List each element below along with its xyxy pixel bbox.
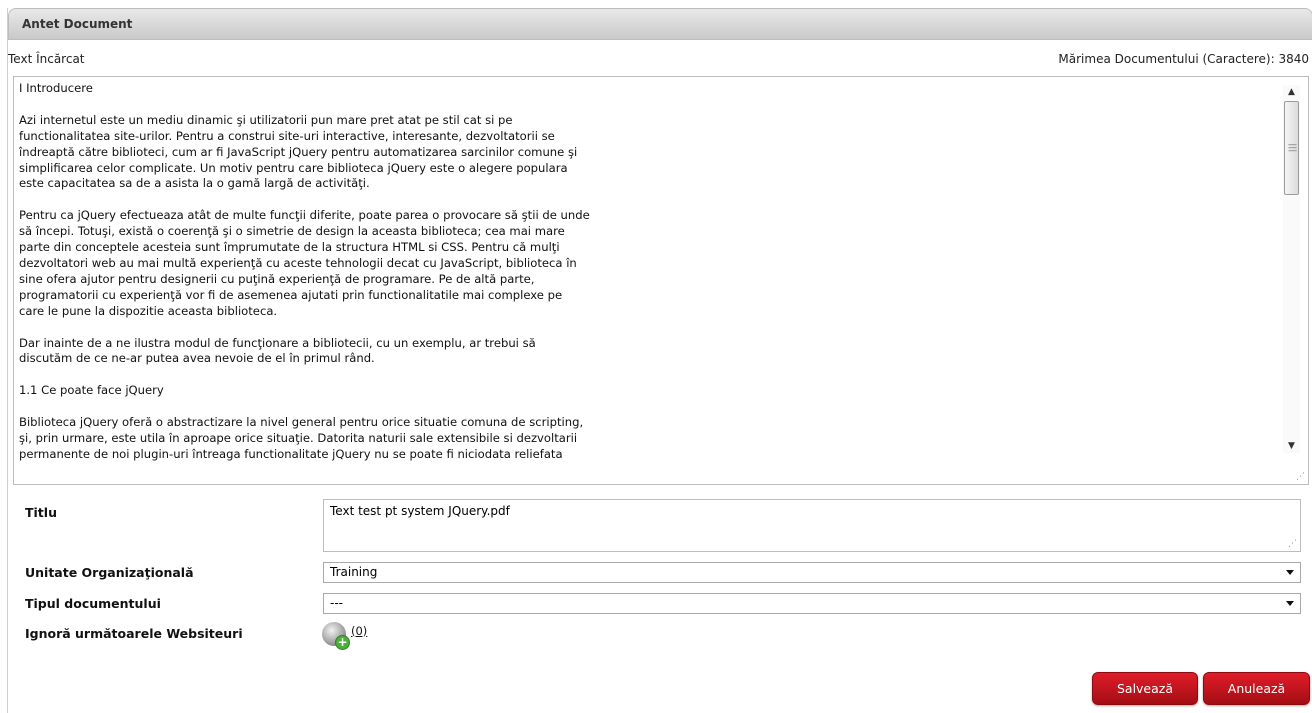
- org-unit-value: Training: [330, 565, 378, 579]
- ignore-websites-label: Ignoră următoarele Websiteuri: [25, 626, 243, 641]
- title-resize-handle-icon[interactable]: ⋰: [1288, 539, 1297, 549]
- doc-type-label: Tipul documentului: [25, 596, 161, 611]
- website-add-icon[interactable]: +: [322, 622, 350, 650]
- loaded-text-label: Text Încărcat: [8, 52, 85, 66]
- org-unit-select[interactable]: Training: [323, 562, 1301, 583]
- grip-icon: — — —: [1288, 140, 1297, 156]
- save-button[interactable]: Salvează: [1092, 672, 1198, 705]
- scroll-up-icon[interactable]: ▲: [1283, 85, 1300, 99]
- title-field[interactable]: Text test pt system JQuery.pdf ⋰: [323, 499, 1301, 552]
- doc-type-value: ---: [330, 596, 343, 610]
- chevron-down-icon: [1286, 570, 1294, 575]
- chevron-down-icon: [1286, 601, 1294, 606]
- scroll-thumb[interactable]: — — —: [1284, 101, 1299, 195]
- resize-handle-icon[interactable]: ⋰: [1296, 472, 1305, 482]
- document-scrollbar[interactable]: ▲ — — — ▼: [1283, 85, 1300, 453]
- info-row: Text Încărcat Mărimea Documentului (Cara…: [8, 52, 1312, 68]
- org-unit-label: Unitate Organizaţională: [25, 565, 194, 580]
- document-size-label: Mărimea Documentului (Caractere): 3840: [1058, 52, 1309, 66]
- title-label: Titlu: [25, 505, 57, 520]
- title-value: Text test pt system JQuery.pdf: [330, 504, 510, 518]
- panel-title: Antet Document: [8, 8, 1312, 40]
- scroll-down-icon[interactable]: ▼: [1283, 439, 1300, 453]
- document-text-area[interactable]: I Introducere Azi internetul este un med…: [13, 76, 1309, 485]
- doc-type-select[interactable]: ---: [323, 593, 1301, 614]
- document-content: I Introducere Azi internetul este un med…: [19, 81, 590, 461]
- plus-icon: +: [335, 635, 350, 650]
- document-header-panel: Antet Document Text Încărcat Mărimea Doc…: [7, 8, 1312, 713]
- cancel-button[interactable]: Anulează: [1203, 672, 1310, 705]
- ignore-websites-count-link[interactable]: (0): [351, 624, 367, 638]
